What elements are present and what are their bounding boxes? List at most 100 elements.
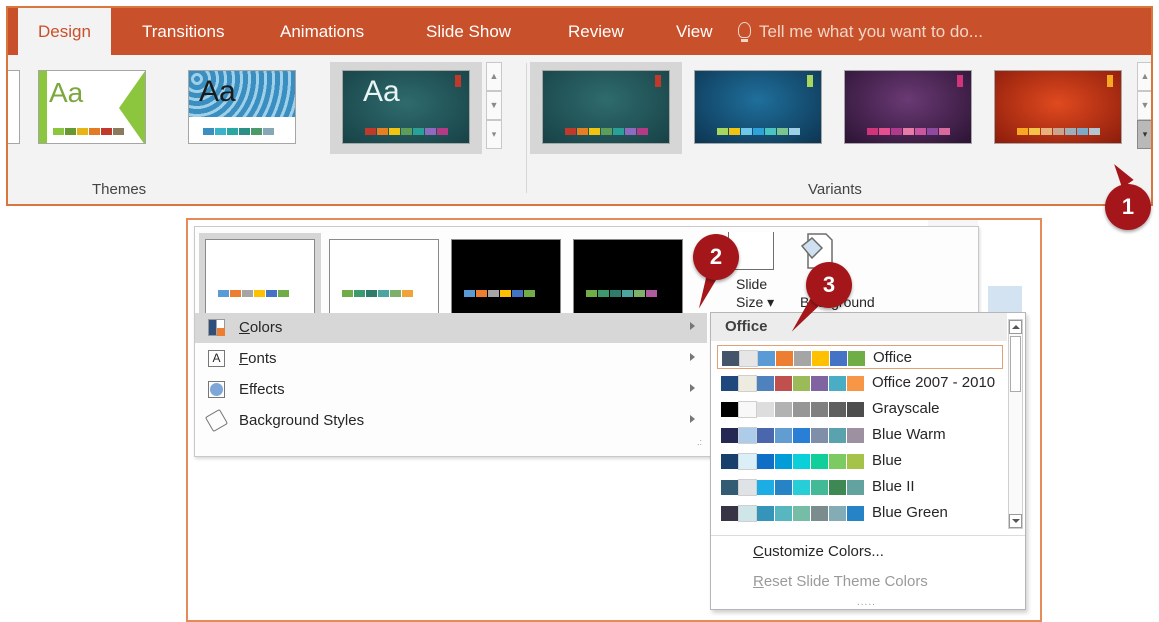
color-palette-icon: [208, 319, 225, 336]
lightbulb-icon: [738, 22, 751, 42]
palette-name: Blue II: [872, 478, 915, 495]
color-swatch: [757, 506, 774, 521]
palette-name: Blue: [872, 452, 903, 469]
color-swatch: [775, 480, 792, 495]
color-swatch: [739, 350, 758, 367]
color-swatch: [738, 505, 757, 522]
variant-thumb-blue[interactable]: [694, 70, 822, 144]
color-swatch: [811, 454, 828, 469]
palette-blue-warm[interactable]: Blue Warm: [717, 423, 1003, 447]
theme-sample-text: Aa: [363, 75, 400, 108]
effects-circle-icon: [208, 381, 225, 398]
tab-review[interactable]: Review: [568, 8, 624, 55]
scroll-down-button[interactable]: [1009, 514, 1022, 528]
scroll-down-button[interactable]: ▼: [486, 91, 502, 120]
tab-slide-show[interactable]: Slide Show: [426, 8, 511, 55]
color-swatch: [848, 351, 865, 366]
themes-gallery-scroll[interactable]: ▲ ▼ ▾: [486, 62, 502, 150]
color-swatch: [757, 454, 774, 469]
palette-office-2007-2010[interactable]: Office 2007 - 2010: [717, 371, 1003, 395]
palette-swatches: [721, 453, 865, 470]
theme-sample-text: Aa: [49, 77, 84, 108]
variant-black-office[interactable]: [451, 239, 561, 319]
theme-sample-text: Aa: [199, 75, 236, 108]
menu-item-fonts[interactable]: A Fonts: [195, 344, 707, 374]
color-swatch: [811, 402, 828, 417]
menu-item-colors[interactable]: Colors: [195, 313, 707, 343]
theme-thumb-ion[interactable]: Aa: [342, 70, 470, 144]
palette-blue-ii[interactable]: Blue II: [717, 475, 1003, 499]
color-swatch: [811, 480, 828, 495]
customize-colors-item[interactable]: Customize Colors...: [753, 543, 884, 560]
resize-grip-icon[interactable]: .:: [697, 437, 702, 447]
menu-divider: [711, 535, 1025, 536]
color-swatch: [757, 402, 774, 417]
color-swatch: [793, 480, 810, 495]
palette-blue[interactable]: Blue: [717, 449, 1003, 473]
variant-thumb-orange[interactable]: [994, 70, 1122, 144]
palette-grayscale[interactable]: Grayscale: [717, 397, 1003, 421]
palette-office[interactable]: Office: [717, 345, 1003, 369]
palette-name: Office 2007 - 2010: [872, 374, 996, 391]
callout-badge-1: 1: [1105, 184, 1151, 230]
theme-thumb-facet[interactable]: Aa: [38, 70, 146, 144]
tab-view[interactable]: View: [676, 8, 713, 55]
color-swatch: [793, 454, 810, 469]
slide-size-label-2: Size ▾: [736, 294, 775, 310]
palette-swatches: [721, 427, 865, 444]
resize-grip-icon[interactable]: .....: [857, 597, 876, 608]
variant-black-green[interactable]: [573, 239, 683, 319]
paint-bucket-icon: [204, 408, 229, 433]
palette-swatches: [721, 401, 865, 418]
color-swatch: [829, 454, 846, 469]
color-swatch: [738, 453, 757, 470]
color-swatch: [812, 351, 829, 366]
scroll-up-button[interactable]: ▲: [486, 62, 502, 91]
variant-white-office[interactable]: [205, 239, 315, 319]
color-swatch: [757, 376, 774, 391]
themes-group-label: Themes: [92, 181, 147, 198]
color-swatch: [794, 351, 811, 366]
slide-size-label: Slide: [736, 276, 768, 292]
design-variants-menu-crop: Colors A Fonts Effects Background Styles…: [186, 218, 1042, 622]
menu-item-background-styles[interactable]: Background Styles: [195, 406, 707, 436]
tab-transitions[interactable]: Transitions: [142, 8, 225, 55]
palette-swatches: [722, 350, 866, 367]
palette-name: Blue Warm: [872, 426, 946, 443]
color-swatch: [793, 402, 810, 417]
tab-animations[interactable]: Animations: [280, 8, 364, 55]
submenu-arrow-icon: [690, 415, 695, 423]
variants-gallery-scroll[interactable]: ▲ ▼ ▾: [1137, 62, 1151, 150]
color-swatch: [738, 479, 757, 496]
color-swatch: [847, 506, 864, 521]
tell-me-search[interactable]: Tell me what you want to do...: [738, 8, 983, 55]
palette-blue-green[interactable]: Blue Green: [717, 501, 1003, 525]
color-swatch: [829, 402, 846, 417]
variant-white-green[interactable]: [329, 239, 439, 319]
color-swatch: [721, 402, 738, 417]
tell-me-text: Tell me what you want to do...: [759, 22, 983, 41]
theme-thumb-pattern[interactable]: Aa: [188, 70, 296, 144]
color-swatch: [721, 454, 738, 469]
color-swatch: [738, 375, 757, 392]
scroll-up-button[interactable]: ▲: [1137, 62, 1151, 91]
color-swatch: [793, 376, 810, 391]
variants-more-button[interactable]: ▾: [1137, 120, 1151, 149]
menu-item-effects[interactable]: Effects: [195, 375, 707, 405]
reset-slide-theme-colors-item[interactable]: Reset Slide Theme Colors: [753, 573, 928, 590]
variant-thumb-purple[interactable]: [844, 70, 972, 144]
color-swatch: [775, 506, 792, 521]
variant-thumb-teal[interactable]: [542, 70, 670, 144]
colors-scrollbar[interactable]: [1008, 319, 1023, 529]
theme-thumb-partial[interactable]: [8, 70, 20, 144]
gallery-more-button[interactable]: ▾: [486, 120, 502, 149]
scroll-thumb[interactable]: [1010, 336, 1021, 392]
color-swatch: [758, 351, 775, 366]
submenu-arrow-icon: [690, 353, 695, 361]
scroll-down-button[interactable]: ▼: [1137, 91, 1151, 120]
menu-item-label: Fonts: [239, 350, 277, 367]
callout-badge-3: 3: [806, 262, 852, 308]
tab-design[interactable]: Design: [18, 8, 111, 55]
scroll-up-button[interactable]: [1009, 320, 1022, 334]
palette-swatches: [721, 479, 865, 496]
